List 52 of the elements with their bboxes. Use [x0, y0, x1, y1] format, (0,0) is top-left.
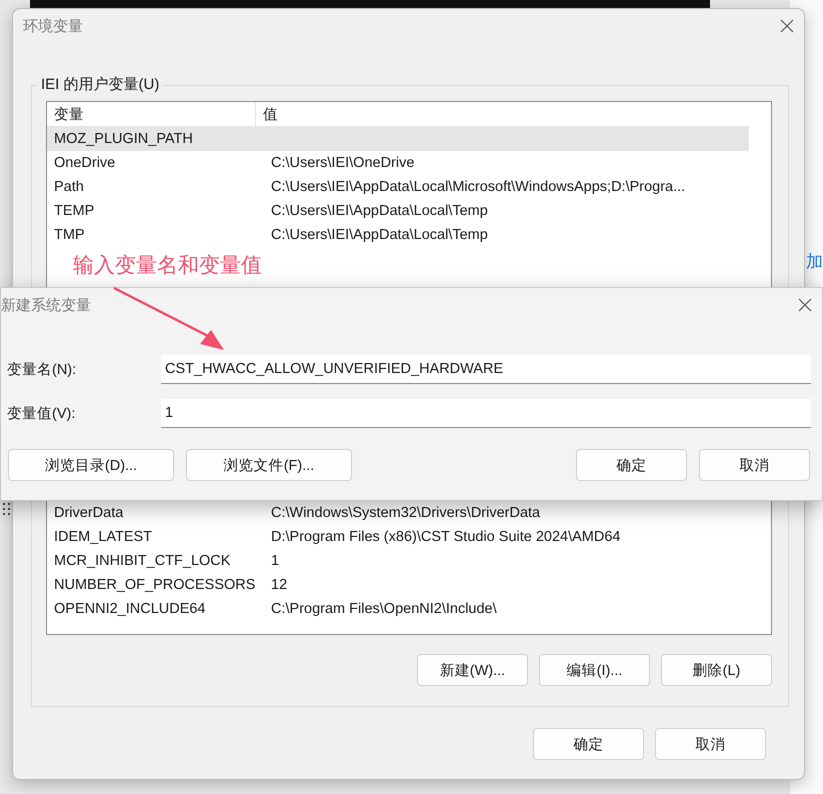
close-icon[interactable]: [780, 19, 794, 33]
variable-row[interactable]: MCR_INHIBIT_CTF_LOCK 1: [47, 549, 749, 573]
side-text: 加: [806, 251, 823, 273]
variable-value: D:\Program Files (x86)\CST Studio Suite 2024\AMD64: [270, 529, 620, 545]
dialog-title: 新建系统变量: [1, 296, 91, 314]
variable-name: NUMBER_OF_PROCESSORS: [53, 577, 256, 593]
variable-row[interactable]: TEMP C:\Users\IEI\AppData\Local\Temp: [47, 199, 749, 223]
list-action-button[interactable]: 新建(W)...: [417, 654, 528, 686]
column-header[interactable]: 变量: [47, 102, 256, 126]
field-label: 变量名(N):: [6, 360, 78, 379]
close-icon[interactable]: [798, 298, 812, 312]
variable-name: MOZ_PLUGIN_PATH: [53, 131, 194, 147]
variable-name: OPENNI2_INCLUDE64: [53, 601, 206, 617]
annotation-text: 输入变量名和变量值: [73, 253, 262, 279]
variable-name: Path: [53, 179, 85, 195]
variable-row[interactable]: OPENNI2_INCLUDE64 C:\Program Files\OpenNI2\Include\: [47, 597, 749, 621]
variable-row[interactable]: DriverData C:\Windows\System32\Drivers\DriverData: [47, 501, 749, 525]
group-label: IEI 的用户变量(U): [38, 75, 162, 94]
dialog-button[interactable]: 取消: [699, 449, 810, 481]
variable-name: OneDrive: [53, 155, 116, 171]
variable-name: MCR_INHIBIT_CTF_LOCK: [53, 553, 232, 569]
grip-icon: [3, 503, 11, 517]
variable-value: C:\Windows\System32\Drivers\DriverData: [270, 505, 540, 521]
input-field[interactable]: 1: [161, 399, 811, 428]
variable-value: 1: [270, 553, 280, 569]
dialog-button[interactable]: 取消: [655, 728, 766, 760]
column-header[interactable]: 值: [256, 104, 278, 124]
variable-value: 12: [270, 577, 288, 593]
list-action-button[interactable]: 编辑(I)...: [539, 654, 650, 686]
variable-value: C:\Users\IEI\AppData\Local\Temp: [270, 203, 488, 219]
variable-value: C:\Program Files\OpenNI2\Include\: [270, 601, 497, 617]
variable-row[interactable]: TMP C:\Users\IEI\AppData\Local\Temp: [47, 223, 749, 247]
field-label: 变量值(V):: [6, 404, 76, 423]
variable-name: IDEM_LATEST: [53, 529, 154, 545]
browse-button[interactable]: 浏览文件(F)...: [186, 449, 352, 481]
variable-name: TEMP: [53, 203, 96, 219]
list-action-button[interactable]: 删除(L): [661, 654, 772, 686]
variable-row[interactable]: Path C:\Users\IEI\AppData\Local\Microsoft\WindowsApps;D:\Progra...: [47, 175, 749, 199]
input-field[interactable]: CST_HWACC_ALLOW_UNVERIFIED_HARDWARE: [161, 355, 811, 384]
variable-name: TMP: [53, 227, 86, 243]
variable-value: C:\Users\IEI\OneDrive: [270, 155, 414, 171]
variable-value: C:\Users\IEI\AppData\Local\Temp: [270, 227, 488, 243]
variable-value: C:\Users\IEI\AppData\Local\Microsoft\WindowsApps;D:\Progra...: [270, 179, 686, 195]
variable-row[interactable]: MOZ_PLUGIN_PATH: [47, 127, 749, 151]
dialog-button[interactable]: 确定: [576, 449, 687, 481]
variable-row[interactable]: NUMBER_OF_PROCESSORS 12: [47, 573, 749, 597]
variable-row[interactable]: OneDrive C:\Users\IEI\OneDrive: [47, 151, 749, 175]
variable-row[interactable]: IDEM_LATEST D:\Program Files (x86)\CST Studio Suite 2024\AMD64: [47, 525, 749, 549]
dialog-button[interactable]: 确定: [533, 728, 644, 760]
window-title: 环境变量: [23, 16, 83, 36]
variable-name: DriverData: [53, 505, 124, 521]
browse-button[interactable]: 浏览目录(D)...: [8, 449, 174, 481]
